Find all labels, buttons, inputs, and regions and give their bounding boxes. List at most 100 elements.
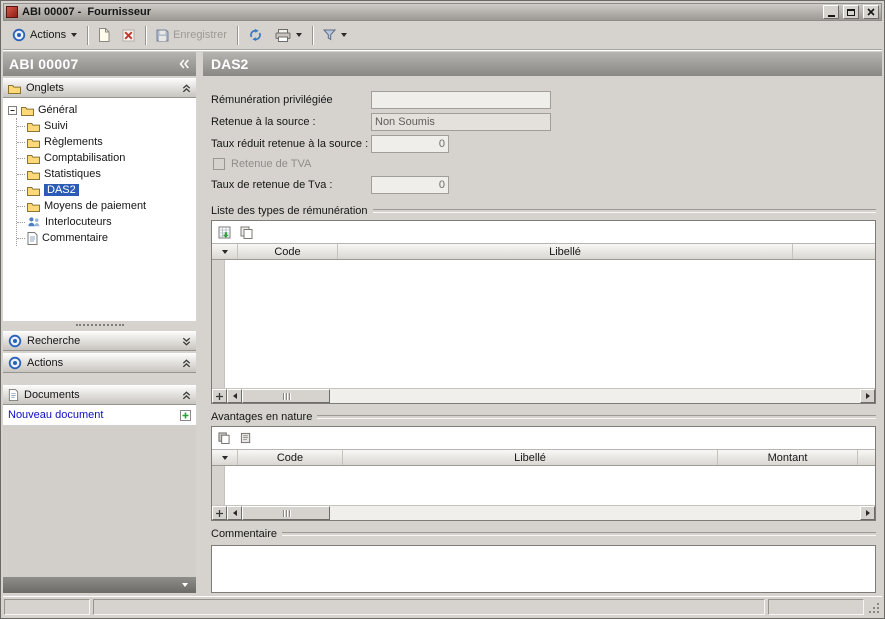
section-header-onglets[interactable]: Onglets <box>3 78 196 98</box>
taux-tva-input[interactable] <box>371 176 449 194</box>
retenue-source-input[interactable] <box>371 113 551 131</box>
column-header-code[interactable]: Code <box>238 450 343 465</box>
column-header-montant[interactable]: Montant <box>718 450 858 465</box>
toolbar-separator <box>87 26 88 45</box>
row-selector-header[interactable] <box>212 450 238 465</box>
commentaire-textarea[interactable] <box>211 545 876 593</box>
splitter-dots <box>76 324 124 326</box>
tree-item-general[interactable]: Général <box>8 102 194 118</box>
retenue-tva-checkbox[interactable] <box>213 158 225 170</box>
scrollbar-track[interactable] <box>330 506 860 520</box>
row-header-strip <box>212 260 225 388</box>
chevron-right-icon <box>866 393 870 399</box>
tree-item-statistiques[interactable]: Statistiques <box>17 166 194 182</box>
tree-item-moyens-de-paiement[interactable]: Moyens de paiement <box>17 198 194 214</box>
folder-icon <box>8 83 21 94</box>
section-header-recherche[interactable]: Recherche <box>3 331 196 351</box>
delete-button[interactable] <box>117 26 140 45</box>
section-header-documents[interactable]: Documents <box>3 385 196 405</box>
add-row-button[interactable] <box>212 389 227 403</box>
tree-item-interlocuteurs[interactable]: Interlocuteurs <box>17 214 194 230</box>
filter-button[interactable] <box>318 26 352 44</box>
scroll-left-button[interactable] <box>227 389 242 403</box>
chevron-down-icon <box>182 583 188 587</box>
column-header-libelle[interactable]: Libellé <box>338 244 793 259</box>
folder-icon <box>21 105 34 116</box>
status-panel-right <box>768 599 864 615</box>
grid-toolbar <box>212 427 875 449</box>
filter-funnel-icon <box>323 29 336 41</box>
resize-grip[interactable] <box>867 599 881 615</box>
toolbar-separator <box>312 26 313 45</box>
save-button[interactable]: Enregistrer <box>151 26 232 45</box>
refresh-icon <box>248 28 263 42</box>
row-selector-header[interactable] <box>212 244 238 259</box>
section-label: Documents <box>24 389 177 401</box>
content-area: ABI 00007 Onglets Général Suivi <box>3 52 882 593</box>
scrollbar-thumb[interactable] <box>242 389 330 403</box>
tree-item-reglements[interactable]: Règlements <box>17 134 194 150</box>
actions-menu-button[interactable]: Actions <box>7 25 82 45</box>
export-button[interactable] <box>215 223 233 241</box>
tree-item-label: Suivi <box>44 120 68 132</box>
page-title-bar: DAS2 <box>203 52 882 76</box>
tree-item-label: Général <box>38 104 77 116</box>
main-toolbar: Actions Enregistrer <box>3 21 882 50</box>
group-title-avantages: Avantages en nature <box>211 411 876 423</box>
app-window: ABI 00007 - Fournisseur Actions Enregist… <box>0 0 885 619</box>
tree-item-comptabilisation[interactable]: Comptabilisation <box>17 150 194 166</box>
column-header-libelle[interactable]: Libellé <box>343 450 718 465</box>
bullseye-icon <box>8 356 22 370</box>
tree-item-suivi[interactable]: Suivi <box>17 118 194 134</box>
titlebar[interactable]: ABI 00007 - Fournisseur <box>3 3 882 21</box>
maximize-button[interactable] <box>843 5 859 19</box>
group-label: Liste des types de rémunération <box>211 205 368 217</box>
export-grid-icon <box>218 432 230 444</box>
collapse-sidebar-button[interactable] <box>179 59 190 69</box>
taux-tva-label: Taux de retenue de Tva : <box>211 179 371 191</box>
add-document-button[interactable] <box>180 410 191 421</box>
scroll-right-button[interactable] <box>860 389 875 403</box>
copy-button[interactable] <box>237 223 255 241</box>
chevron-double-down-icon <box>182 337 191 346</box>
minimize-icon <box>828 15 835 17</box>
copy-button[interactable] <box>237 429 255 447</box>
status-bar <box>3 596 882 616</box>
add-row-button[interactable] <box>212 506 227 520</box>
tree-item-commentaire[interactable]: Commentaire <box>17 230 194 246</box>
liste-types-table: Code Libellé <box>211 220 876 404</box>
column-header-code[interactable]: Code <box>238 244 338 259</box>
scrollbar-track[interactable] <box>330 389 860 403</box>
grid-body <box>212 466 875 505</box>
actions-label: Actions <box>30 29 66 41</box>
refresh-button[interactable] <box>243 25 268 45</box>
toolbar-separator <box>145 26 146 45</box>
print-button[interactable] <box>270 26 307 45</box>
new-document-button[interactable] <box>93 25 115 45</box>
tree-item-das2[interactable]: DAS2 <box>17 182 194 198</box>
scroll-right-button[interactable] <box>860 506 875 520</box>
plus-icon <box>215 509 224 518</box>
grid-header: Code Libellé <box>212 243 875 260</box>
export-button[interactable] <box>215 429 233 447</box>
column-header-empty <box>793 244 875 259</box>
chevron-double-up-icon <box>182 391 191 400</box>
section-label: Recherche <box>27 335 177 347</box>
minimize-button[interactable] <box>823 5 839 19</box>
window-title: ABI 00007 - Fournisseur <box>22 6 819 18</box>
scrollbar-thumb[interactable] <box>242 506 330 520</box>
close-button[interactable] <box>863 5 879 19</box>
folder-icon <box>27 201 40 212</box>
remuneration-label: Rémunération privilégiée <box>211 94 371 106</box>
splitter-handle[interactable] <box>3 321 196 329</box>
section-header-actions[interactable]: Actions <box>3 353 196 373</box>
chevron-down-icon <box>71 33 77 37</box>
remuneration-input[interactable] <box>371 91 551 109</box>
scroll-left-button[interactable] <box>227 506 242 520</box>
collapse-node-icon[interactable] <box>8 106 17 115</box>
sidebar-bottom-bar[interactable] <box>3 577 196 593</box>
taux-reduit-input[interactable] <box>371 135 449 153</box>
tabs-tree: Général Suivi Règlements Comptabilisatio… <box>3 98 196 321</box>
new-document-link[interactable]: Nouveau document <box>8 409 103 421</box>
folder-icon <box>27 169 40 180</box>
